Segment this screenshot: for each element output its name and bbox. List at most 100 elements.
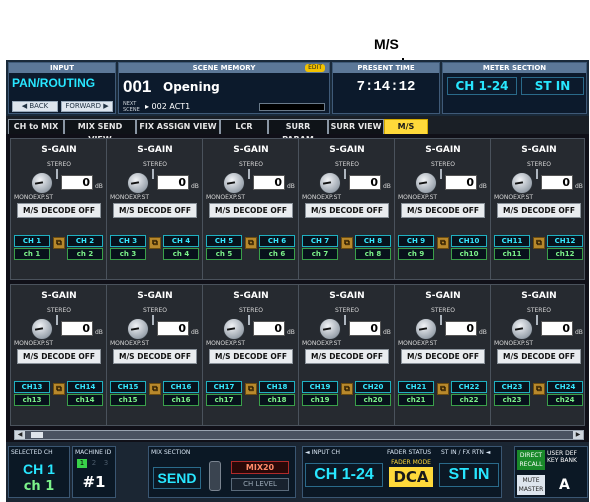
tab-mix-send-view[interactable]: MIX SEND VIEW [64,119,136,144]
channel-b-button[interactable]: CH10 [451,235,487,247]
pair-link-icon[interactable]: ⧉ [341,237,353,249]
s-gain-knob[interactable] [31,318,53,340]
s-gain-knob[interactable] [31,172,53,194]
s-gain-knob[interactable] [511,318,533,340]
channel-b-button[interactable]: CH12 [547,235,583,247]
channel-a-button[interactable]: CH17 [206,381,242,393]
pair-link-icon[interactable]: ⧉ [245,237,257,249]
s-gain-value[interactable]: 0 [253,175,285,190]
horizontal-scrollbar[interactable]: ◀ ▶ [14,430,584,440]
s-gain-knob[interactable] [319,318,341,340]
ms-decode-button[interactable]: M/S DECODE OFF [209,349,293,364]
send-button[interactable]: SEND [153,467,201,489]
pair-link-icon[interactable]: ⧉ [53,383,65,395]
s-gain-knob[interactable] [127,318,149,340]
channel-b-button[interactable]: CH18 [259,381,295,393]
channel-a-button[interactable]: CH23 [494,381,530,393]
channel-a-button[interactable]: CH 9 [398,235,434,247]
s-gain-knob[interactable] [223,172,245,194]
back-button[interactable]: ◀ BACK [12,101,58,112]
channel-a-button[interactable]: CH 1 [14,235,50,247]
machine-page-1[interactable]: 1 [77,459,87,468]
channel-b-button[interactable]: CH20 [355,381,391,393]
channel-a-button[interactable]: CH 3 [110,235,146,247]
pair-link-icon[interactable]: ⧉ [53,237,65,249]
s-gain-value[interactable]: 0 [157,175,189,190]
forward-button[interactable]: FORWARD ▶ [61,101,113,112]
s-gain-knob[interactable] [415,172,437,194]
ms-decode-button[interactable]: M/S DECODE OFF [401,203,485,218]
channel-b-button[interactable]: CH 4 [163,235,199,247]
s-gain-knob[interactable] [319,172,341,194]
s-gain-value[interactable]: 0 [541,175,573,190]
pair-link-icon[interactable]: ⧉ [437,237,449,249]
pair-link-icon[interactable]: ⧉ [149,383,161,395]
s-gain-value[interactable]: 0 [445,175,477,190]
s-gain-value[interactable]: 0 [253,321,285,336]
scroll-right-icon[interactable]: ▶ [573,431,583,439]
channel-b-button[interactable]: CH 8 [355,235,391,247]
s-gain-value[interactable]: 0 [349,321,381,336]
pair-link-icon[interactable]: ⧉ [533,383,545,395]
channel-a-button[interactable]: CH15 [110,381,146,393]
tab-surr-param[interactable]: SURR PARAM [268,119,328,144]
channel-a-button[interactable]: CH13 [14,381,50,393]
channel-a-button[interactable]: CH 5 [206,235,242,247]
meter-ch-button[interactable]: CH 1-24 [447,77,517,95]
input-ch-button[interactable]: CH 1-24 [305,463,383,487]
direct-recall-button[interactable]: DIRECT RECALL [517,450,545,470]
s-gain-value[interactable]: 0 [445,321,477,336]
channel-b-button[interactable]: CH22 [451,381,487,393]
tab-fix-assign-view[interactable]: FIX ASSIGN VIEW [136,119,220,134]
channel-b-button[interactable]: CH 2 [67,235,103,247]
mute-master-button[interactable]: MUTE MASTER [517,475,545,495]
s-gain-knob[interactable] [223,318,245,340]
channel-b-button[interactable]: CH24 [547,381,583,393]
scroll-left-icon[interactable]: ◀ [15,431,25,439]
mono-label: MONO [206,194,226,201]
ms-decode-button[interactable]: M/S DECODE OFF [497,203,581,218]
tab-ch-to-mix[interactable]: CH to MIX [8,119,64,134]
channel-a-button[interactable]: CH19 [302,381,338,393]
meter-st-button[interactable]: ST IN [521,77,584,95]
channel-b-button[interactable]: CH16 [163,381,199,393]
ms-decode-button[interactable]: M/S DECODE OFF [401,349,485,364]
s-gain-knob[interactable] [415,318,437,340]
ms-decode-button[interactable]: M/S DECODE OFF [305,203,389,218]
channel-a-button[interactable]: CH21 [398,381,434,393]
s-gain-knob[interactable] [511,172,533,194]
tab-surr-view[interactable]: SURR VIEW [328,119,384,134]
s-gain-value[interactable]: 0 [541,321,573,336]
tab-ms[interactable]: M/S [384,119,428,134]
ms-decode-button[interactable]: M/S DECODE OFF [17,349,101,364]
ms-decode-button[interactable]: M/S DECODE OFF [497,349,581,364]
s-gain-value[interactable]: 0 [61,175,93,190]
ms-decode-button[interactable]: M/S DECODE OFF [113,203,197,218]
dca-button[interactable]: DCA [389,467,433,487]
pair-link-icon[interactable]: ⧉ [341,383,353,395]
channel-a-button[interactable]: CH 7 [302,235,338,247]
st-in-button[interactable]: ST IN [439,463,499,487]
channel-a-button[interactable]: CH11 [494,235,530,247]
machine-page-2[interactable]: 2 [89,459,99,468]
pair-link-icon[interactable]: ⧉ [149,237,161,249]
pair-link-icon[interactable]: ⧉ [533,237,545,249]
s-gain-value[interactable]: 0 [61,321,93,336]
machine-page-3[interactable]: 3 [101,459,111,468]
ms-decode-button[interactable]: M/S DECODE OFF [305,349,389,364]
ch-level-button[interactable]: CH LEVEL [231,478,289,491]
s-gain-value[interactable]: 0 [349,175,381,190]
s-gain-knob[interactable] [127,172,149,194]
channel-b-button[interactable]: CH 6 [259,235,295,247]
s-gain-value[interactable]: 0 [157,321,189,336]
pair-link-icon[interactable]: ⧉ [245,383,257,395]
ms-decode-button[interactable]: M/S DECODE OFF [17,203,101,218]
ms-decode-button[interactable]: M/S DECODE OFF [113,349,197,364]
ms-decode-button[interactable]: M/S DECODE OFF [209,203,293,218]
channel-b-button[interactable]: CH14 [67,381,103,393]
mix-selector-knob[interactable] [209,461,221,491]
tab-lcr[interactable]: LCR [220,119,268,134]
mono-label: MONO [110,340,130,347]
pair-link-icon[interactable]: ⧉ [437,383,449,395]
scroll-thumb[interactable] [31,432,43,438]
